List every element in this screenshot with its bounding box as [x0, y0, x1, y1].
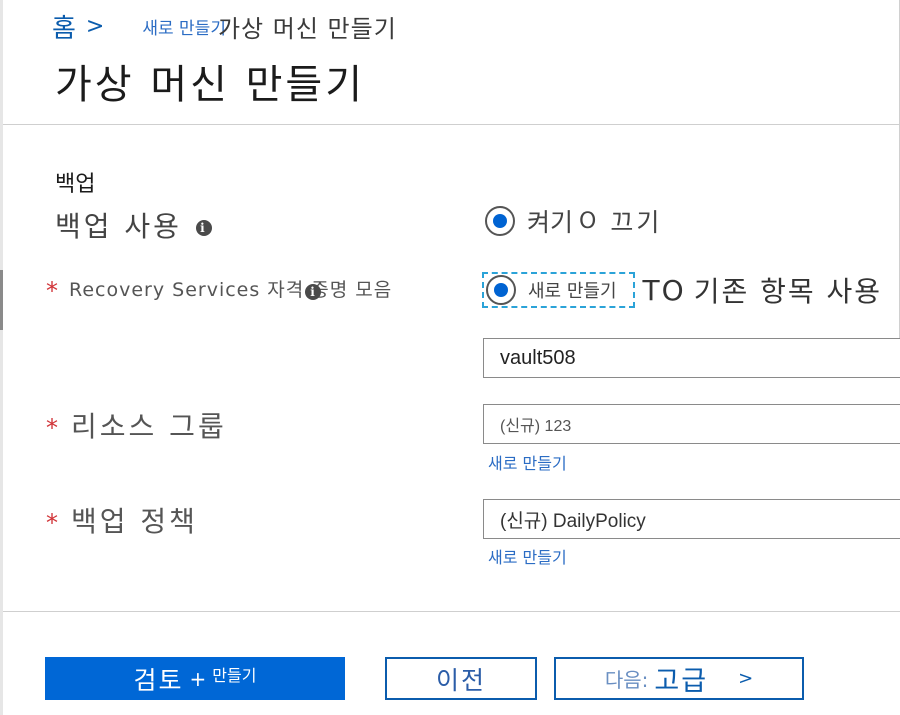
window-left-border: [0, 0, 3, 715]
breadcrumb: 홈 > 새로 만들기 가상 머신 만들기: [52, 8, 397, 44]
resource-group-label: 리소스 그룹: [71, 410, 227, 443]
backup-on-label[interactable]: 켜기: [527, 203, 573, 239]
backup-off-radio[interactable]: O: [579, 209, 596, 234]
chevron-right-icon: >: [738, 668, 754, 689]
resource-group-label-row: * 리소스 그룹: [46, 405, 227, 445]
backup-policy-label: 백업 정책: [71, 505, 198, 538]
resource-group-dropdown[interactable]: (신규) 123: [483, 404, 900, 444]
required-asterisk: *: [46, 509, 61, 537]
backup-enable-options: 켜기 O 끄기: [485, 203, 662, 239]
vault-new-radio[interactable]: [486, 275, 516, 305]
vault-label: Recovery Services 자격 증명 모음: [69, 279, 393, 301]
backup-on-radio[interactable]: [485, 206, 515, 236]
review-label: 검토: [133, 665, 184, 695]
required-asterisk: *: [46, 276, 59, 305]
backup-enable-label-row: 백업 사용 i: [55, 205, 212, 245]
vault-new-option[interactable]: 새로 만들기: [482, 272, 635, 308]
backup-off-label[interactable]: 끄기: [610, 203, 662, 239]
vault-options: 새로 만들기 TO 기존 항목 사용: [482, 270, 882, 310]
vault-existing-label[interactable]: 기존 항목 사용: [694, 270, 882, 310]
breadcrumb-create-link[interactable]: 새로 만들기: [142, 14, 226, 39]
vault-name-input[interactable]: vault508: [483, 338, 900, 378]
header-divider: [3, 124, 900, 125]
backup-policy-dropdown[interactable]: (신규) DailyPolicy: [483, 499, 900, 539]
breadcrumb-home-link[interactable]: 홈: [52, 8, 76, 45]
info-icon[interactable]: i: [305, 284, 321, 300]
backup-policy-create-link[interactable]: 새로 만들기: [488, 544, 567, 568]
scroll-indicator[interactable]: [0, 270, 3, 330]
info-icon[interactable]: i: [195, 220, 212, 236]
breadcrumb-separator: >: [85, 13, 105, 39]
page-title: 가상 머신 만들기: [55, 62, 366, 108]
section-heading: 백업: [55, 172, 96, 197]
next-prefix-label: 다음:: [604, 668, 649, 692]
breadcrumb-current: 가상 머신 만들기: [217, 14, 397, 43]
vault-label-row: * Recovery Services 자격 증명 모음 i: [46, 275, 392, 305]
next-target-label: 고급: [654, 666, 709, 697]
radio-selected-dot: [493, 214, 507, 228]
create-label: 만들기: [212, 665, 257, 685]
footer-divider: [3, 611, 900, 612]
review-create-button[interactable]: 검토 + 만들기: [45, 657, 345, 700]
plus-label: +: [189, 666, 207, 691]
breadcrumb-mask: [118, 14, 137, 38]
vault-existing-radio[interactable]: TO: [643, 274, 686, 307]
backup-enable-label: 백업 사용: [55, 210, 182, 243]
previous-button[interactable]: 이전: [385, 657, 537, 700]
vault-new-label[interactable]: 새로 만들기: [528, 277, 617, 303]
radio-selected-dot: [494, 283, 508, 297]
required-asterisk: *: [46, 414, 61, 442]
resource-group-create-link[interactable]: 새로 만들기: [488, 450, 567, 474]
next-advanced-button[interactable]: 다음: 고급 >: [554, 657, 804, 700]
backup-policy-label-row: * 백업 정책: [46, 500, 198, 540]
